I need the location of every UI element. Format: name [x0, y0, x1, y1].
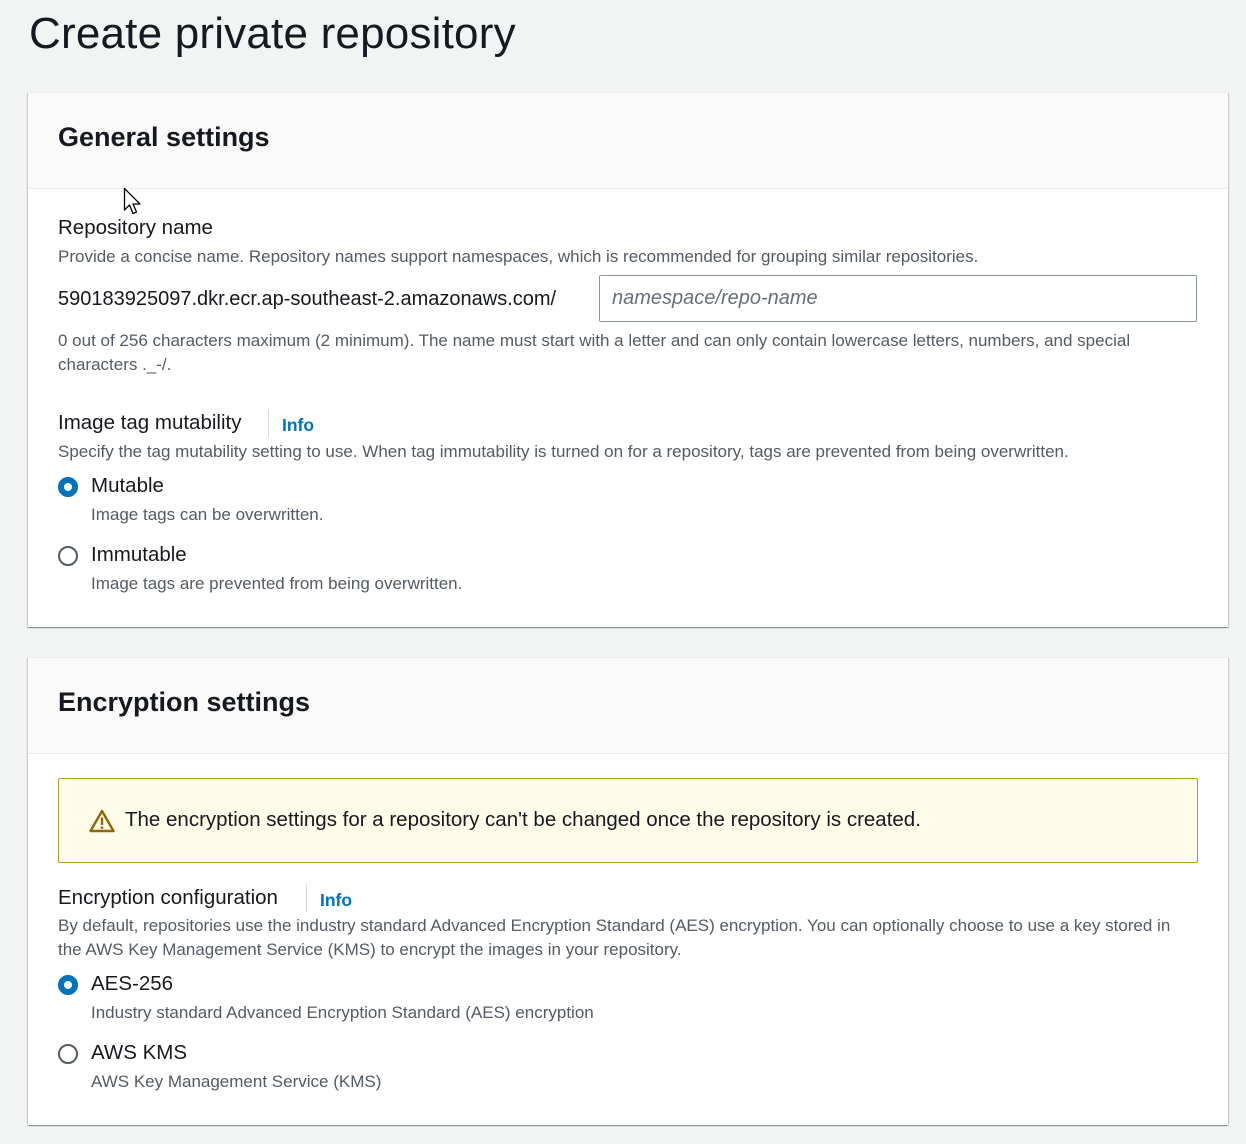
encryption-settings-header: Encryption settings [28, 658, 1228, 754]
info-divider [306, 884, 307, 912]
tag-mutability-description: Specify the tag mutability setting to us… [58, 442, 1069, 461]
encryption-configuration-label: Encryption configuration [58, 886, 278, 909]
warning-icon [89, 809, 115, 833]
tag-mutability-label: Image tag mutability [58, 411, 242, 434]
encryption-settings-panel: Encryption settings The encryption setti… [28, 657, 1228, 1125]
page-title: Create private repository [29, 9, 516, 58]
repository-name-description: Provide a concise name. Repository names… [58, 247, 979, 266]
mutable-radio-label[interactable]: Mutable [91, 473, 164, 499]
aes-256-radio-description: Industry standard Advanced Encryption St… [91, 1003, 594, 1022]
mouse-pointer-icon [123, 187, 145, 217]
encryption-settings-heading: Encryption settings [58, 687, 311, 717]
repository-name-input[interactable] [599, 275, 1197, 322]
general-settings-header: General settings [28, 93, 1228, 189]
repository-name-constraint: 0 out of 256 characters maximum (2 minim… [58, 331, 1131, 374]
encryption-configuration-description: By default, repositories use the industr… [58, 916, 1171, 959]
general-settings-panel: General settings Repository name Provide… [28, 92, 1228, 627]
aws-kms-radio[interactable] [58, 1044, 78, 1064]
immutable-radio[interactable] [58, 546, 78, 566]
immutable-radio-description: Image tags are prevented from being over… [91, 574, 463, 593]
info-divider [268, 409, 269, 437]
aes-256-radio[interactable] [58, 975, 78, 995]
general-settings-heading: General settings [58, 122, 270, 152]
encryption-warning-text: The encryption settings for a repository… [125, 808, 921, 831]
encryption-warning-alert: The encryption settings for a repository… [58, 778, 1198, 863]
encryption-configuration-info-link[interactable]: Info [320, 888, 352, 912]
repository-name-label: Repository name [58, 216, 213, 239]
repository-uri-prefix: 590183925097.dkr.ecr.ap-southeast-2.amaz… [58, 288, 557, 310]
mutable-radio[interactable] [58, 477, 78, 497]
aws-kms-radio-label[interactable]: AWS KMS [91, 1040, 187, 1066]
aes-256-radio-label[interactable]: AES-256 [91, 971, 173, 997]
immutable-radio-label[interactable]: Immutable [91, 542, 187, 568]
aws-kms-radio-description: AWS Key Management Service (KMS) [91, 1072, 382, 1091]
mutable-radio-description: Image tags can be overwritten. [91, 505, 324, 524]
tag-mutability-info-link[interactable]: Info [282, 413, 314, 437]
